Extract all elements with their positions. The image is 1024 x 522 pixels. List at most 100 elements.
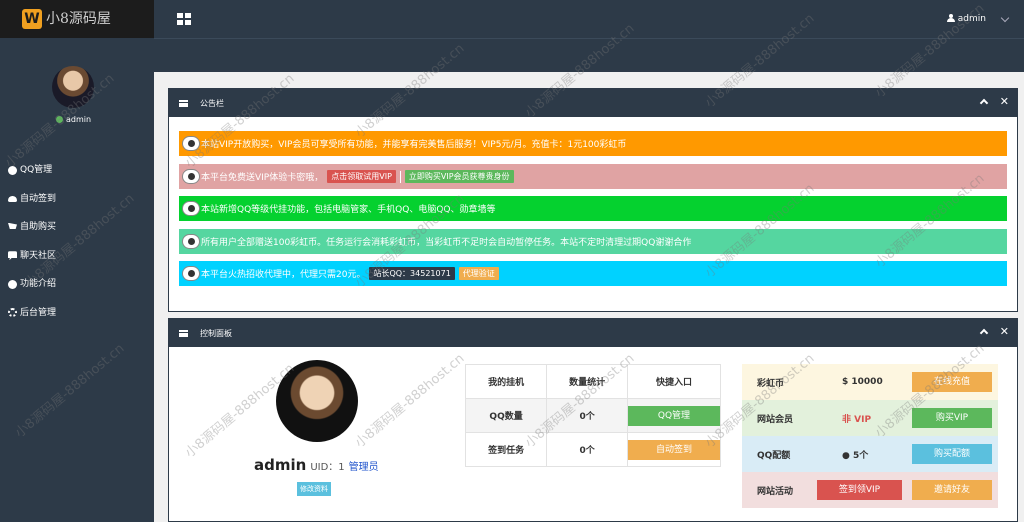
- logo-mark: W: [22, 9, 42, 29]
- info-row-vip: 网站会员 非 VIP 购买VIP: [742, 400, 998, 436]
- notice-text: 本平台免费送VIP体验卡密哦，: [201, 173, 324, 183]
- notice-text: 本站VIP开放购买，VIP会员可享受所有功能，并能享有完美售后服务！VIP5元/…: [201, 140, 627, 150]
- sidebar-item-qq[interactable]: QQ管理: [8, 156, 148, 185]
- panel-header: 控制面板 ✕: [169, 319, 1017, 347]
- sidebar-item-label: 后台管理: [20, 307, 57, 318]
- table-header-row: 我的挂机 数量统计 快捷入口: [464, 364, 722, 399]
- close-icon[interactable]: ✕: [1000, 95, 1009, 108]
- close-icon[interactable]: ✕: [1000, 325, 1009, 338]
- info-label: QQ配额: [757, 450, 791, 461]
- table-row: 签到任务 0个 自动签到: [464, 432, 722, 467]
- table-cell-label: QQ数量: [464, 398, 548, 433]
- header-band: [154, 38, 1024, 72]
- grid-menu-icon[interactable]: [177, 13, 191, 25]
- list-icon: [179, 329, 188, 337]
- table-cell-action: 自动签到: [626, 432, 722, 467]
- table-row: QQ数量 0个 QQ管理: [464, 398, 722, 433]
- panel-header: 公告栏 ✕: [169, 89, 1017, 117]
- divider: [399, 170, 401, 183]
- profile-uid: UID：1: [310, 462, 345, 473]
- buy-vip-button[interactable]: 购买VIP: [912, 408, 992, 428]
- sidebar-item-label: 自动签到: [20, 193, 57, 204]
- profile-avatar: [276, 360, 358, 442]
- buy-quota-button[interactable]: 购买配额: [912, 444, 992, 464]
- cart-icon: [8, 222, 17, 230]
- chevron-down-icon[interactable]: [1000, 13, 1010, 23]
- free-vip-link[interactable]: 点击领取试用VIP: [327, 170, 396, 183]
- table-header: 快捷入口: [626, 364, 722, 399]
- account-info: 彩虹币 $ 10000 在线充值 网站会员 非 VIP 购买VIP QQ配额 ●…: [742, 364, 998, 508]
- notice-item: 本站VIP开放购买，VIP会员可享受所有功能，并能享有完美售后服务！VIP5元/…: [179, 131, 1007, 156]
- invite-friends-button[interactable]: 邀请好友: [912, 480, 992, 500]
- vip-status: 非 VIP: [842, 414, 872, 425]
- stats-table: 我的挂机 数量统计 快捷入口 QQ数量 0个 QQ管理 签到任务 0个 自动签到: [464, 364, 722, 467]
- qq-icon: [182, 136, 200, 151]
- notice-text: 本平台火热招收代理中，代理只需20元。: [201, 270, 366, 280]
- quota-count: 5个: [853, 450, 869, 461]
- chat-icon: [8, 251, 17, 261]
- collapse-icon[interactable]: [979, 328, 989, 338]
- qq-manage-button[interactable]: QQ管理: [627, 405, 720, 426]
- panel-title: 控制面板: [200, 328, 232, 338]
- control-panel: 控制面板 ✕ admin UID：1 管理员 修改资料 我的挂机 数量统计 快捷入口…: [168, 318, 1018, 522]
- sidebar-item-admin[interactable]: 后台管理: [8, 299, 148, 328]
- notice-text: 所有用户全部赠送100彩虹币。任务运行会消耗彩虹币，当彩虹币不足时会自动暂停任务…: [201, 238, 692, 248]
- table-cell-action: QQ管理: [626, 398, 722, 433]
- top-bar: W 小8源码屋 admin: [0, 0, 1024, 38]
- qq-icon: [182, 169, 200, 184]
- info-row-quota: QQ配额 ● 5个 购买配额: [742, 436, 998, 472]
- avatar: [52, 66, 94, 108]
- logo-text: 小8源码屋: [46, 11, 111, 27]
- sidebar-item-label: 功能介绍: [20, 279, 57, 290]
- table-header: 我的挂机: [464, 364, 548, 399]
- info-icon: [8, 279, 17, 289]
- notice-item: 本站新增QQ等级代挂功能，包括电脑管家、手机QQ、电脑QQ、勋章墙等: [179, 196, 1007, 221]
- info-label: 网站会员: [757, 414, 794, 425]
- collapse-icon[interactable]: [979, 98, 989, 108]
- sidebar-item-signin[interactable]: 自动签到: [8, 185, 148, 214]
- user-menu[interactable]: admin: [946, 14, 986, 24]
- sidebar-item-chat[interactable]: 聊天社区: [8, 242, 148, 271]
- notice-item: 所有用户全部赠送100彩虹币。任务运行会消耗彩虹币，当彩虹币不足时会自动暂停任务…: [179, 229, 1007, 254]
- info-label: 网站活动: [757, 486, 794, 497]
- table-cell-label: 签到任务: [464, 432, 548, 467]
- table-header: 数量统计: [546, 364, 628, 399]
- profile-name: admin UID：1 管理员: [254, 456, 379, 474]
- qq-icon: [182, 234, 200, 249]
- info-row-coins: 彩虹币 $ 10000 在线充值: [742, 364, 998, 400]
- recharge-button[interactable]: 在线充值: [912, 372, 992, 392]
- edit-profile-button[interactable]: 修改资料: [297, 482, 331, 496]
- buy-vip-link[interactable]: 立即购买VIP会员获尊贵身份: [404, 170, 514, 183]
- info-label: 彩虹币: [757, 378, 785, 389]
- sidebar-item-label: QQ管理: [20, 165, 53, 176]
- gear-icon: [8, 308, 17, 318]
- agent-verify-link[interactable]: 代理验证: [458, 267, 499, 280]
- sidebar-item-label: 聊天社区: [20, 250, 57, 261]
- logo[interactable]: W 小8源码屋: [0, 0, 154, 38]
- sidebar-item-about[interactable]: 功能介绍: [8, 270, 148, 299]
- profile-role[interactable]: 管理员: [349, 462, 379, 473]
- notice-panel: 公告栏 ✕ 本站VIP开放购买，VIP会员可享受所有功能，并能享有完美售后服务！…: [168, 88, 1018, 312]
- drop-icon: ●: [842, 450, 850, 461]
- sidebar-item-shop[interactable]: 自助购买: [8, 213, 148, 242]
- notice-item: 本平台火热招收代理中，代理只需20元。 站长QQ：34521071 代理验证: [179, 261, 1007, 286]
- notice-item: 本平台免费送VIP体验卡密哦， 点击领取试用VIP 立即购买VIP会员获尊贵身份: [179, 164, 1007, 189]
- qq-icon: [182, 266, 200, 281]
- qq-icon: [182, 201, 200, 216]
- user-menu-name: admin: [957, 14, 986, 24]
- globe-icon: [8, 165, 17, 175]
- cloud-icon: [8, 195, 17, 202]
- sidebar-user: admin: [56, 115, 91, 124]
- sidebar-menu: QQ管理 自动签到 自助购买 聊天社区 功能介绍 后台管理: [8, 156, 148, 327]
- sidebar-item-label: 自助购买: [20, 222, 57, 233]
- sidebar: admin QQ管理 自动签到 自助购买 聊天社区 功能介绍 后台管理: [0, 38, 154, 522]
- owner-qq-badge: 站长QQ：34521071: [369, 267, 455, 280]
- sidebar-username: admin: [66, 115, 92, 124]
- signin-vip-button[interactable]: 签到领VIP: [817, 480, 902, 500]
- table-cell-count: 0个: [546, 432, 628, 467]
- user-icon: [946, 14, 955, 22]
- quota-value: ● 5个: [842, 448, 868, 461]
- info-row-activity: 网站活动 签到领VIP 邀请好友: [742, 472, 998, 508]
- online-dot-icon: [56, 116, 63, 123]
- auto-signin-button[interactable]: 自动签到: [627, 439, 720, 460]
